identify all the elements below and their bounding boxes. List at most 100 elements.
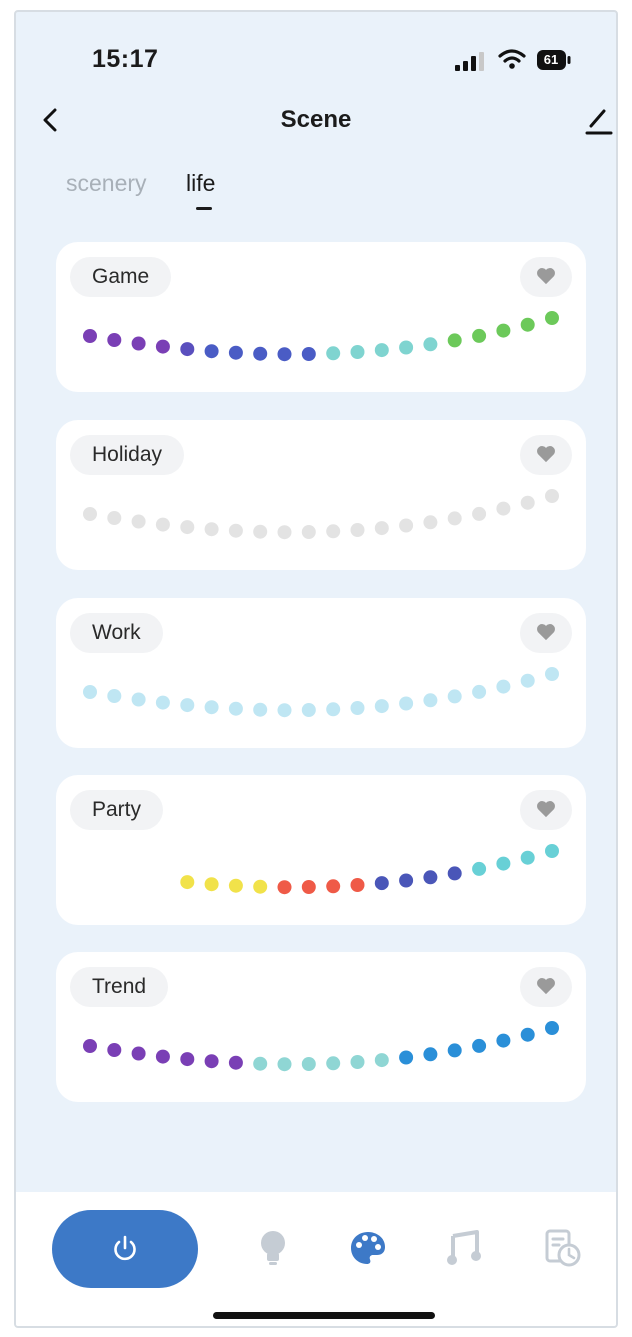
color-dot (350, 878, 365, 892)
color-dot (253, 346, 268, 361)
scene-card-holiday[interactable]: Holiday (56, 420, 586, 570)
color-dot (83, 1039, 97, 1053)
color-dot (472, 1038, 487, 1053)
color-dot (155, 517, 170, 532)
color-dot (350, 345, 365, 359)
color-dot (423, 337, 438, 352)
color-dots (83, 311, 559, 362)
color-dot (520, 673, 535, 688)
color-dot (204, 700, 219, 715)
color-dot (277, 703, 292, 718)
color-dot (399, 873, 414, 888)
schedule-icon[interactable] (544, 1228, 582, 1268)
status-time: 15:17 (92, 45, 159, 73)
color-dot (496, 856, 511, 871)
color-dot (399, 1050, 414, 1065)
power-button[interactable] (52, 1210, 198, 1288)
color-dot (277, 525, 292, 540)
color-dot (447, 511, 462, 526)
color-dot (301, 880, 316, 894)
color-dot (374, 343, 389, 358)
color-dot (180, 1052, 195, 1067)
color-dot (301, 703, 316, 717)
scene-card-party[interactable]: Party (56, 775, 586, 925)
color-dot (253, 524, 268, 539)
color-dot (228, 701, 243, 716)
color-dot (520, 850, 535, 865)
color-dot (204, 877, 219, 892)
color-dot (496, 501, 511, 516)
color-dot (204, 522, 219, 537)
color-dot (472, 506, 487, 521)
color-dot (204, 344, 219, 359)
color-dot (107, 1043, 122, 1057)
battery-level: 61 (543, 52, 559, 67)
color-dot (399, 696, 414, 711)
color-dot (545, 311, 559, 325)
color-dot (520, 495, 535, 510)
color-dot (545, 489, 559, 503)
color-dot (496, 679, 511, 694)
color-dot (228, 878, 243, 893)
color-dot (180, 698, 195, 713)
color-dot (374, 1053, 389, 1068)
scene-card-game[interactable]: Game (56, 242, 586, 392)
color-dot (228, 523, 243, 538)
color-dot (301, 525, 316, 539)
color-dot (277, 347, 292, 362)
bottom-nav (16, 1192, 616, 1326)
tab-life[interactable]: life (186, 166, 215, 200)
color-dot (326, 879, 341, 894)
active-tab-indicator (196, 207, 212, 210)
status-bar: 15:17 61 (16, 12, 616, 102)
color-dot (107, 511, 122, 525)
color-dot (520, 317, 535, 332)
color-dot (131, 336, 146, 351)
color-dots (83, 667, 559, 718)
color-dot (423, 693, 438, 708)
color-dot (131, 692, 146, 707)
color-dot (131, 1046, 146, 1061)
color-dots (83, 489, 559, 540)
color-dot (326, 702, 341, 717)
color-dot (496, 323, 511, 338)
scene-card-trend[interactable]: Trend (56, 952, 586, 1102)
music-icon[interactable] (446, 1228, 482, 1268)
color-dot (83, 685, 97, 699)
tab-scenery[interactable]: scenery (66, 166, 147, 200)
signal-icon (455, 52, 484, 71)
color-dot (326, 1056, 341, 1071)
color-dot (520, 1027, 535, 1042)
color-dot (447, 333, 462, 348)
color-dot (204, 1054, 219, 1069)
pencil-icon[interactable] (584, 102, 614, 138)
phone-screen: 15:17 61 Scene scenery life Game Holiday… (14, 10, 618, 1328)
color-dot (180, 875, 195, 890)
color-dot (83, 329, 97, 343)
color-dot (83, 507, 97, 521)
color-dot (326, 524, 341, 539)
color-dot (326, 346, 341, 361)
color-dot (180, 520, 195, 535)
color-dot (253, 879, 268, 894)
color-dot (545, 844, 559, 858)
bulb-icon[interactable] (256, 1228, 290, 1268)
color-dot (350, 1055, 365, 1069)
scene-card-work[interactable]: Work (56, 598, 586, 748)
color-dot (350, 523, 365, 537)
color-dot (228, 1055, 243, 1070)
color-dot (253, 1056, 268, 1071)
color-dot (447, 1043, 462, 1058)
color-dot (374, 876, 389, 891)
home-indicator (213, 1312, 435, 1319)
color-dot (472, 861, 487, 876)
color-dot (155, 695, 170, 710)
palette-icon[interactable] (348, 1228, 388, 1268)
color-dot (399, 518, 414, 533)
color-dot (447, 866, 462, 881)
color-dot (545, 1021, 559, 1035)
color-dot (228, 345, 243, 360)
color-dot (155, 339, 170, 354)
wifi-icon (498, 49, 526, 69)
color-dot (423, 1047, 438, 1062)
